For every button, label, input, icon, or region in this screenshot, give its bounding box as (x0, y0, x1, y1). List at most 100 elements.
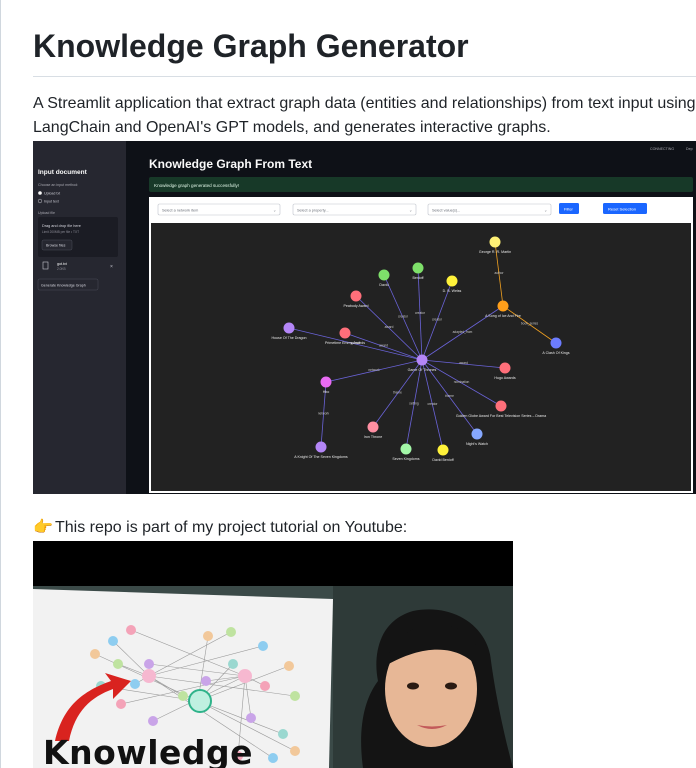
graph-edge-label: creator (428, 402, 439, 406)
thumbnail-letterbox (33, 541, 513, 586)
youtube-thumbnail[interactable]: Knowledge (33, 541, 513, 768)
thumbnail-node (260, 681, 270, 691)
graph-edge-label: award (385, 325, 394, 329)
graph-edge-label: network (318, 412, 330, 416)
pointing-hand-icon: 👉 (33, 519, 53, 536)
radio-upload[interactable] (38, 191, 42, 195)
document-icon (188, 689, 212, 713)
graph-node[interactable] (471, 428, 483, 440)
file-dropzone[interactable] (38, 217, 118, 257)
file-size: 2.0KB (57, 267, 66, 271)
graph-node[interactable] (437, 444, 449, 456)
graph-node[interactable] (367, 421, 379, 433)
thumbnail-node (126, 625, 136, 635)
app-screenshot: Input document Choose an input method: U… (33, 141, 696, 494)
graph-edge-label: theme (445, 394, 454, 398)
thumbnail-node (284, 661, 294, 671)
thumbnail-node (258, 641, 268, 651)
graph-node[interactable] (489, 236, 501, 248)
thumbnail-node (201, 676, 211, 686)
graph-node-label: Iron Throne (364, 435, 383, 439)
graph-node-label: Benioff (412, 276, 423, 280)
graph-node-label: David (379, 283, 388, 287)
topbar-deploy[interactable]: Dep (686, 147, 693, 151)
graph-node[interactable] (350, 290, 362, 302)
graph-node[interactable] (495, 400, 507, 412)
remove-file-icon[interactable]: × (110, 264, 113, 270)
page-title: Knowledge Graph Generator (33, 28, 469, 64)
chevron-down-icon: ⌄ (409, 208, 412, 213)
radio-upload-label: Upload txt (44, 192, 60, 196)
thumbnail-node (228, 659, 238, 669)
graph-edge-label: theme (393, 391, 402, 395)
chevron-down-icon: ⌄ (544, 208, 547, 213)
person-eye-left (407, 682, 419, 690)
thumbnail-node (108, 636, 118, 646)
select-value-label: Select value(s)... (432, 209, 460, 213)
success-message: Knowledge graph generated successfully! (154, 183, 239, 188)
input-method-label: Choose an input method: (38, 183, 78, 187)
topbar-status: CONNECTING (650, 147, 674, 151)
graph-node[interactable] (378, 269, 390, 281)
graph-node-label: Hugo Awards (494, 376, 516, 380)
graph-node-label: D. B. Weiss (443, 289, 462, 293)
thumbnail-node (226, 627, 236, 637)
thumbnail-node (116, 699, 126, 709)
thumbnail-node (178, 691, 188, 701)
graph-node[interactable] (550, 337, 562, 349)
drop-text: Drag and drop file here (42, 224, 81, 228)
graph-node-label: Peabody Award (343, 304, 368, 308)
graph-node-label: David Benioff (432, 458, 453, 462)
intro-line-2: LangChain and OpenAI's GPT models, and g… (33, 119, 551, 136)
graph-node[interactable] (339, 327, 351, 339)
thumbnail-node (290, 691, 300, 701)
file-name: got.txt (57, 262, 67, 266)
person-eye-right (445, 682, 457, 690)
graph-node-label: Primetime Emmy Awards (325, 341, 365, 345)
graph-edge-label: author (494, 271, 504, 275)
graph-node[interactable] (283, 322, 295, 334)
thumbnail-node (90, 649, 100, 659)
graph-node-label: Seven Kingdoms (392, 457, 419, 461)
graph-node-label: House Of The Dragon (271, 336, 306, 340)
thumbnail-node (113, 659, 123, 669)
main-title: Knowledge Graph From Text (149, 157, 312, 171)
graph-edge-label: setting (409, 402, 419, 406)
youtube-note-text: This repo is part of my project tutorial… (55, 519, 408, 536)
graph-edge-label: award (459, 361, 468, 365)
select-network-label: Select a network item (162, 209, 198, 213)
graph-edge-label: creator (398, 315, 409, 319)
graph-node[interactable] (400, 443, 412, 455)
chevron-down-icon: ⌄ (273, 208, 276, 213)
intro-line-1: A Streamlit application that extract gra… (33, 95, 696, 112)
graph-edge-label: book_series (521, 322, 539, 326)
filter-label: Filter (564, 207, 574, 212)
select-property-label: Select a property... (297, 209, 329, 213)
graph-node[interactable] (412, 262, 424, 274)
reset-label: Reset Selection (608, 207, 636, 212)
thumbnail-node (130, 679, 140, 689)
graph-node[interactable] (416, 354, 428, 366)
graph-node-label: George R. R. Martin (479, 250, 511, 254)
title-divider (33, 76, 696, 77)
graph-edge-label: adapted_from (453, 330, 473, 334)
graph-edge-label: nomination (454, 380, 470, 384)
graph-node-label: Golden Globe Award For Best Television S… (456, 414, 546, 418)
graph-node[interactable] (446, 275, 458, 287)
graph-node[interactable] (320, 376, 332, 388)
graph-node[interactable] (499, 362, 511, 374)
graph-node[interactable] (497, 300, 509, 312)
radio-input-label: Input text (44, 200, 59, 204)
graph-edge-label: creator (415, 311, 426, 315)
graph-node-label: A Song of Ice And Fire (485, 314, 521, 318)
graph-node-label: Game Of Thrones (408, 368, 437, 372)
thumbnail-hub-node (238, 669, 252, 683)
thumbnail-node (203, 631, 213, 641)
page-left-border (0, 0, 1, 768)
graph-node-label: Night's Watch (466, 442, 488, 446)
graph-node[interactable] (315, 441, 327, 453)
sidebar-title: Input document (38, 169, 88, 176)
thumbnail-hub-node (142, 669, 156, 683)
limit-text: Limit 200MB per file • TXT (42, 230, 79, 234)
thumbnail-title-text: Knowledge (43, 733, 254, 768)
